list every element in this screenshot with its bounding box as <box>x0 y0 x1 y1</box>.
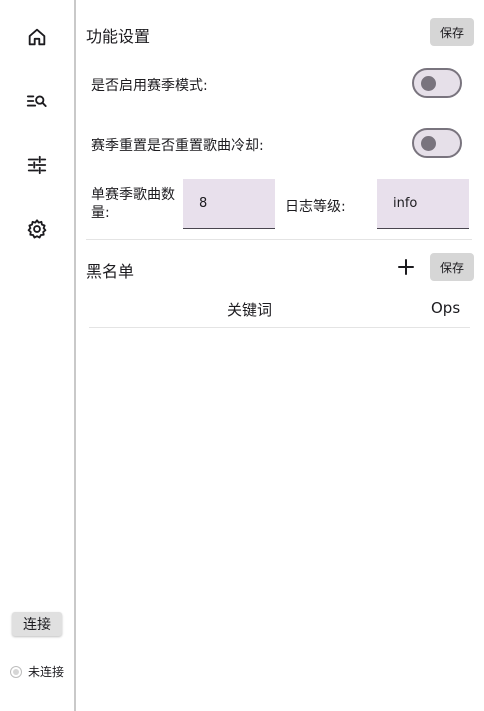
column-header-keyword: 关键词 <box>227 301 273 319</box>
status-radio-icon <box>10 665 22 678</box>
log-level-input[interactable]: info <box>377 179 469 229</box>
season-mode-switch[interactable] <box>412 68 462 98</box>
songs-per-season-label: 单赛季歌曲数量: <box>91 187 175 221</box>
reset-cooldown-label: 赛季重置是否重置歌曲冷却: <box>91 138 264 154</box>
sidebar: 连接 未连接 <box>0 0 76 711</box>
switch-knob <box>421 136 436 151</box>
main-panel: 功能设置 保存 是否启用赛季模式: 赛季重置是否重置歌曲冷却: 单赛季歌曲数量:… <box>76 0 484 711</box>
column-header-ops: Ops <box>431 299 461 317</box>
season-mode-label: 是否启用赛季模式: <box>91 78 208 94</box>
gear-icon[interactable] <box>24 216 50 242</box>
switch-knob <box>421 76 436 91</box>
features-title: 功能设置 <box>86 27 151 46</box>
tune-sliders-icon[interactable] <box>24 152 50 178</box>
connect-button[interactable]: 连接 <box>12 612 62 636</box>
blacklist-save-button[interactable]: 保存 <box>430 253 474 281</box>
plus-icon[interactable] <box>396 257 416 277</box>
home-icon[interactable] <box>24 24 50 50</box>
section-divider <box>86 239 472 240</box>
connection-status-label: 未连接 <box>28 665 65 679</box>
connection-status: 未连接 <box>10 663 64 680</box>
features-save-button[interactable]: 保存 <box>430 18 474 46</box>
blacklist-title: 黑名单 <box>86 262 135 281</box>
songs-per-season-input[interactable]: 8 <box>183 179 275 229</box>
search-list-icon[interactable] <box>24 88 50 114</box>
log-level-label: 日志等级: <box>285 199 346 215</box>
table-header-divider <box>89 327 470 328</box>
reset-cooldown-switch[interactable] <box>412 128 462 158</box>
